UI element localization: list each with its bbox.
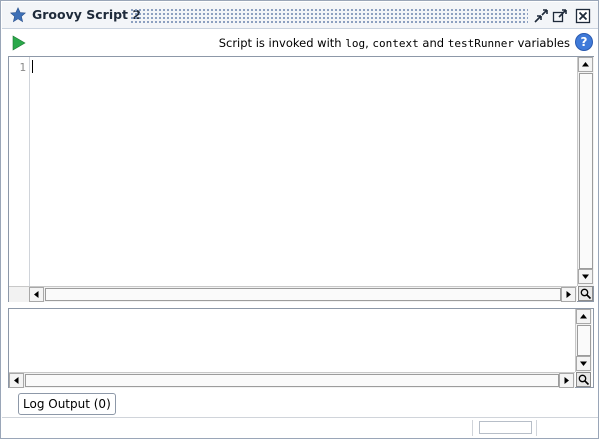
script-toolbar: Script is invoked with log, context and … bbox=[2, 30, 598, 54]
line-number: 1 bbox=[19, 61, 26, 74]
output-vertical-scrollbar[interactable] bbox=[575, 309, 592, 372]
scroll-thumb[interactable] bbox=[45, 288, 561, 301]
scroll-up-button[interactable] bbox=[578, 57, 593, 72]
help-icon[interactable]: ? bbox=[575, 33, 593, 51]
script-hint: Script is invoked with log, context and … bbox=[219, 36, 570, 50]
scroll-up-button[interactable] bbox=[576, 309, 591, 324]
script-editor[interactable]: 1 bbox=[8, 56, 594, 302]
star-icon bbox=[9, 7, 27, 23]
editor-vertical-scrollbar[interactable] bbox=[577, 57, 594, 286]
text-caret bbox=[32, 60, 33, 73]
scroll-thumb[interactable] bbox=[579, 73, 593, 269]
scroll-right-button[interactable] bbox=[561, 287, 576, 302]
hint-prefix: Script is invoked with bbox=[218, 36, 342, 50]
hint-var-testrunner: testRunner bbox=[447, 37, 514, 50]
code-area[interactable] bbox=[31, 57, 577, 286]
output-horizontal-scrollbar[interactable] bbox=[9, 372, 575, 388]
undock-icon[interactable] bbox=[532, 7, 550, 25]
scroll-left-button[interactable] bbox=[29, 287, 44, 302]
hint-comma: , bbox=[365, 36, 369, 50]
status-progress-box bbox=[479, 421, 532, 434]
hint-var-context: context bbox=[372, 37, 419, 50]
status-bar bbox=[2, 417, 598, 438]
scroll-left-button[interactable] bbox=[9, 373, 24, 388]
scroll-down-button[interactable] bbox=[576, 356, 591, 371]
title-bar-grip bbox=[130, 8, 528, 23]
status-divider bbox=[472, 420, 473, 436]
hint-var-log: log bbox=[345, 37, 366, 50]
play-icon[interactable] bbox=[12, 35, 26, 51]
tab-log-output[interactable]: Log Output (0) bbox=[18, 393, 116, 415]
magnifier-icon[interactable] bbox=[578, 286, 593, 301]
title-bar[interactable]: Groovy Script 2 bbox=[2, 2, 598, 29]
output-pane[interactable] bbox=[8, 308, 594, 388]
scroll-thumb[interactable] bbox=[25, 374, 559, 387]
scroll-right-button[interactable] bbox=[559, 373, 574, 388]
window-title: Groovy Script 2 bbox=[32, 7, 142, 22]
line-number-gutter: 1 bbox=[9, 57, 30, 286]
groovy-script-window: Groovy Script 2 Script is invoked with l… bbox=[0, 0, 599, 439]
scroll-thumb[interactable] bbox=[577, 325, 591, 356]
editor-horizontal-scrollbar[interactable] bbox=[9, 286, 577, 302]
magnifier-icon[interactable] bbox=[576, 372, 591, 387]
close-icon[interactable] bbox=[574, 7, 592, 25]
scroll-down-button[interactable] bbox=[578, 269, 593, 284]
status-divider bbox=[536, 420, 537, 436]
hint-and: and bbox=[422, 36, 445, 50]
hint-suffix: variables bbox=[517, 36, 570, 50]
maximize-icon[interactable] bbox=[551, 7, 569, 25]
